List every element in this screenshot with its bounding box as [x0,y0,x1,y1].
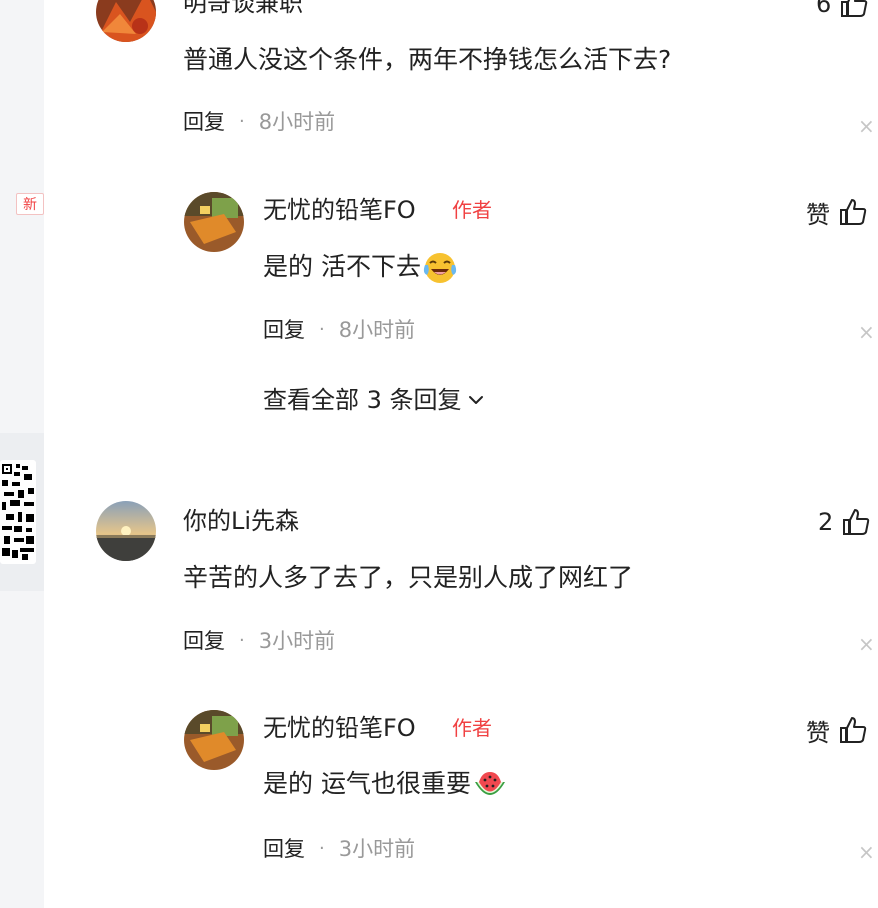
author-tag: 作者 [452,716,492,740]
reply-content-text: 是的 活不下去 [263,252,421,281]
comment-time: 8小时前 [258,110,336,134]
separator-dot: · [239,111,245,132]
avatar[interactable] [96,501,156,561]
reply-button[interactable]: 回复 [183,627,225,655]
thumbs-up-icon [840,717,867,743]
reply-username[interactable]: 无忧的铅笔FO [263,195,416,225]
view-all-replies-label: 查看全部 3 条回复 [263,386,462,414]
author-tag: 作者 [452,198,492,222]
separator-dot: · [319,838,325,859]
left-edge-fragment [0,200,6,208]
separator-dot: · [319,319,325,340]
like-count: 2 [818,508,834,536]
reply-content: 是的 活不下去 [263,250,458,285]
thumbs-up-icon [841,0,868,17]
close-icon[interactable]: × [858,116,875,136]
reply-meta: 回复 · 8小时前 [263,316,415,344]
avatar[interactable] [184,192,244,252]
reply-content-text: 是的 运气也很重要 [263,769,471,798]
close-icon[interactable]: × [858,634,875,654]
reply-username[interactable]: 无忧的铅笔FO [263,713,416,743]
like-button[interactable]: 6 [816,0,869,20]
close-icon[interactable]: × [858,842,875,862]
thumbs-up-icon [843,509,870,535]
like-button[interactable]: 2 [818,506,871,538]
new-badge[interactable]: 新 [16,193,44,215]
comment-username[interactable]: 明哥谈兼职 [183,0,303,18]
reply-button[interactable]: 回复 [183,108,225,136]
reply-time: 3小时前 [338,837,416,861]
thumbs-up-icon [840,199,867,225]
avatar[interactable] [184,710,244,770]
reply-meta: 回复 · 3小时前 [263,835,415,863]
watermelon-emoji-icon [472,768,508,802]
comment-content: 辛苦的人多了去了，只是别人成了网红了 [183,563,634,592]
chevron-down-icon [468,396,483,404]
reply-content: 是的 运气也很重要 [263,767,508,802]
comment-content: 普通人没这个条件，两年不挣钱怎么活下去? [183,45,672,74]
separator-dot: · [239,630,245,651]
like-button[interactable]: 赞 [806,196,868,229]
like-button[interactable]: 赞 [806,714,868,747]
reply-button[interactable]: 回复 [263,316,305,344]
qr-code-icon[interactable] [0,460,36,564]
reply-time: 8小时前 [338,318,416,342]
laughing-tears-emoji-icon [422,251,458,285]
view-all-replies-button[interactable]: 查看全部 3 条回复 [263,384,486,416]
like-label: 赞 [806,200,830,229]
like-count: 6 [816,0,832,18]
reply-button[interactable]: 回复 [263,835,305,863]
comment-meta: 回复 · 8小时前 [183,108,335,136]
close-icon[interactable]: × [858,322,875,342]
comment-meta: 回复 · 3小时前 [183,627,335,655]
avatar[interactable] [96,0,156,42]
comment-time: 3小时前 [258,629,336,653]
comment-username[interactable]: 你的Li先森 [183,506,299,536]
like-label: 赞 [806,718,830,747]
